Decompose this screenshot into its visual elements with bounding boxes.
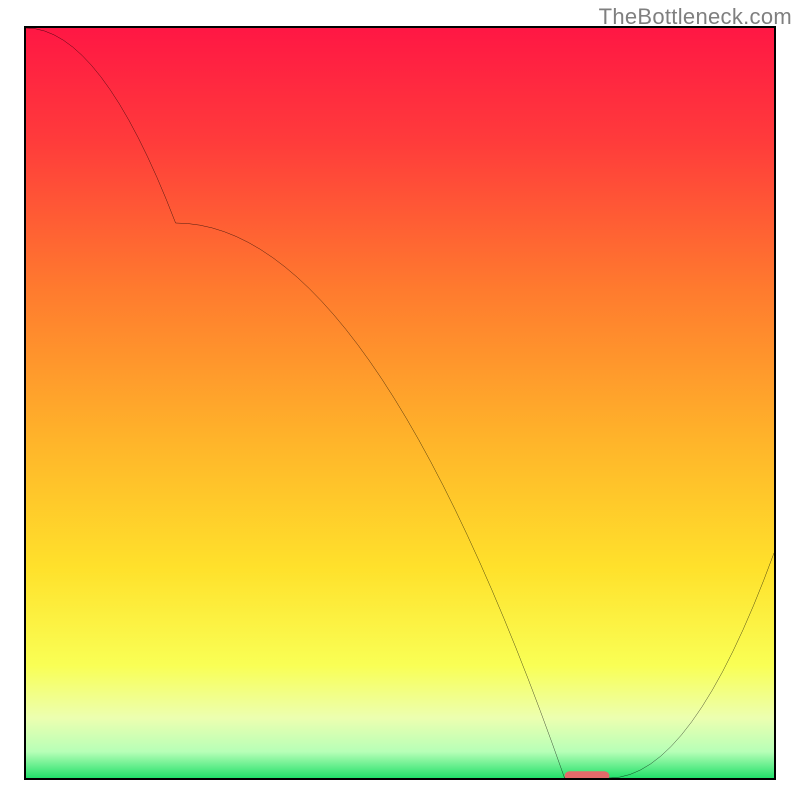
chart-container: TheBottleneck.com: [0, 0, 800, 800]
plot-area: [24, 26, 776, 780]
watermark-label: TheBottleneck.com: [599, 4, 792, 30]
minimum-marker: [26, 28, 774, 778]
